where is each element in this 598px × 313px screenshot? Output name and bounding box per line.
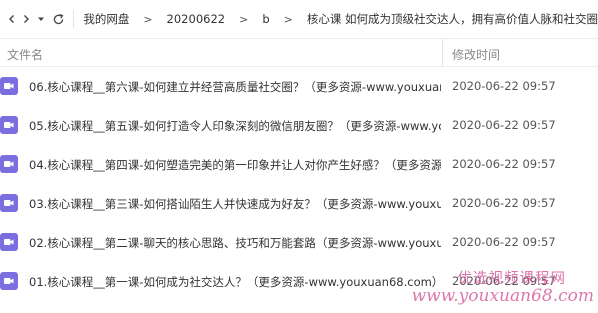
file-modified-time: 2020-06-22 09:57 [452,235,556,249]
column-header-modified[interactable]: 修改时间 [452,46,500,63]
column-header-name[interactable]: 文件名 [7,46,43,63]
file-modified-time: 2020-06-22 09:57 [452,196,556,210]
video-file-icon [0,77,18,95]
refresh-icon [53,13,64,24]
file-modified-time: 2020-06-22 09:57 [452,274,556,288]
column-resize-handle[interactable] [442,39,443,67]
toolbar: 我的网盘 > 20200622 > b > 核心课 如何成为顶级社交达人，拥有高… [0,0,598,38]
file-name: 06.核心课程__第六课-如何建立并经营高质量社交圈？（更多资源-www.you… [29,80,441,94]
file-name: 01.核心课程__第一课-如何成为社交达人？（更多资源-www.youxuan6… [29,275,441,289]
video-file-icon [0,233,18,251]
forward-button[interactable] [20,10,32,28]
column-header: 文件名 修改时间 [0,38,598,67]
breadcrumb-item-current-folder[interactable]: 核心课 如何成为顶级社交达人，拥有高价值人脉和社交圈 [307,11,598,27]
file-name: 04.核心课程__第四课-如何塑造完美的第一印象并让人对你产生好感？（更多资源-… [29,158,441,172]
file-row[interactable]: 01.核心课程__第一课-如何成为社交达人？（更多资源-www.youxuan6… [0,262,598,301]
file-name: 05.核心课程__第五课-如何打造令人印象深刻的微信朋友圈？（更多资源-www.… [29,119,441,133]
file-modified-time: 2020-06-22 09:57 [452,157,556,171]
file-modified-time: 2020-06-22 09:57 [452,79,556,93]
file-modified-time: 2020-06-22 09:57 [452,118,556,132]
video-file-icon [0,272,18,290]
chevron-right-icon [23,15,29,23]
breadcrumb-item-b[interactable]: b [262,12,269,26]
breadcrumb-separator: > [143,12,153,26]
history-dropdown-button[interactable] [35,10,47,28]
file-row[interactable]: 05.核心课程__第五课-如何打造令人印象深刻的微信朋友圈？（更多资源-www.… [0,106,598,145]
breadcrumb-item-root[interactable]: 我的网盘 [83,11,129,27]
caret-down-icon [37,17,44,21]
breadcrumb-separator: > [283,12,293,26]
toolbar-divider [72,10,74,28]
file-row[interactable]: 06.核心课程__第六课-如何建立并经营高质量社交圈？（更多资源-www.you… [0,67,598,106]
video-file-icon [0,194,18,212]
back-button[interactable] [6,10,18,28]
file-name: 03.核心课程__第三课-如何搭讪陌生人并快速成为好友？（更多资源-www.yo… [29,197,441,211]
refresh-button[interactable] [52,10,65,28]
breadcrumb: 我的网盘 > 20200622 > b > 核心课 如何成为顶级社交达人，拥有高… [83,11,598,27]
file-row[interactable]: 04.核心课程__第四课-如何塑造完美的第一印象并让人对你产生好感？（更多资源-… [0,145,598,184]
file-list: 06.核心课程__第六课-如何建立并经营高质量社交圈？（更多资源-www.you… [0,67,598,301]
file-row[interactable]: 03.核心课程__第三课-如何搭讪陌生人并快速成为好友？（更多资源-www.yo… [0,184,598,223]
chevron-left-icon [8,15,14,23]
file-row[interactable]: 02.核心课程__第二课-聊天的核心思路、技巧和万能套路（更多资源-www.yo… [0,223,598,262]
video-file-icon [0,155,18,173]
breadcrumb-item-date-folder[interactable]: 20200622 [167,12,226,26]
video-file-icon [0,116,18,134]
file-name: 02.核心课程__第二课-聊天的核心思路、技巧和万能套路（更多资源-www.yo… [29,236,441,250]
breadcrumb-separator: > [239,12,249,26]
